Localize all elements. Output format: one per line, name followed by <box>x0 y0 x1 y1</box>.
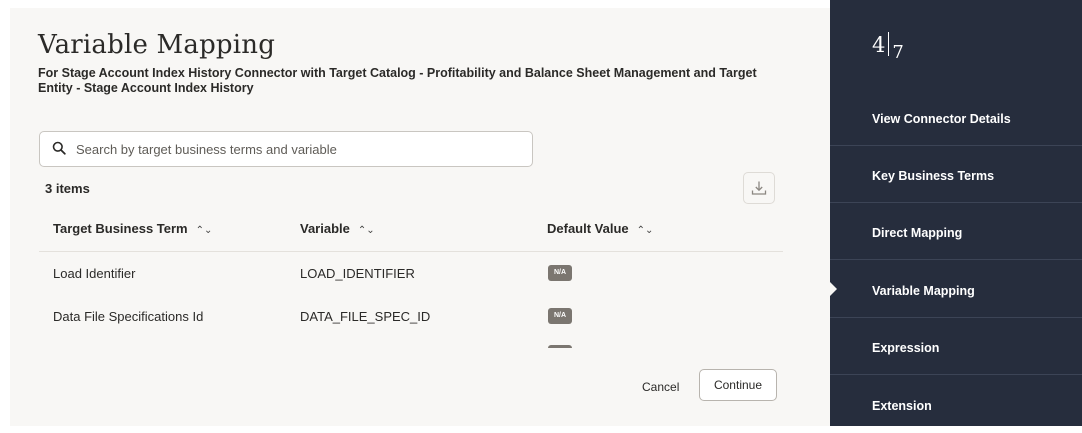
wizard-sidebar: 47 View Connector Details Key Business T… <box>830 0 1082 426</box>
column-header-variable[interactable]: Variable ⌃⌄ <box>300 221 375 236</box>
sidebar-item-key-business-terms[interactable]: Key Business Terms <box>830 146 1082 203</box>
item-count: 3 items <box>45 181 90 196</box>
default-value-badge: N/A <box>548 265 572 281</box>
sort-icon[interactable]: ⌃⌄ <box>196 225 213 236</box>
cell-variable: DATA_FILE_SPEC_ID <box>300 309 431 324</box>
continue-button[interactable]: Continue <box>699 369 777 401</box>
cancel-button[interactable]: Cancel <box>636 372 685 402</box>
search-box[interactable] <box>39 131 533 167</box>
sidebar-item-expression[interactable]: Expression <box>830 318 1082 375</box>
download-button[interactable] <box>743 172 775 204</box>
cell-term: Data File Specifications Id <box>53 309 204 324</box>
sort-icon[interactable]: ⌃⌄ <box>358 225 375 236</box>
download-icon <box>751 181 767 195</box>
page-subtitle: For Stage Account Index History Connecto… <box>38 66 757 95</box>
header-divider <box>39 251 783 252</box>
sidebar-item-view-connector-details[interactable]: View Connector Details <box>830 89 1082 146</box>
sidebar-item-direct-mapping[interactable]: Direct Mapping <box>830 203 1082 260</box>
page-title: Variable Mapping <box>38 30 276 60</box>
column-header-target-business-term[interactable]: Target Business Term ⌃⌄ <box>53 221 212 236</box>
step-indicator: 47 <box>872 32 904 63</box>
cell-term: Load Identifier <box>53 266 136 281</box>
column-header-default-value[interactable]: Default Value ⌃⌄ <box>547 221 653 236</box>
sidebar-item-variable-mapping[interactable]: Variable Mapping <box>830 261 1082 318</box>
search-icon <box>52 141 66 155</box>
partial-row-badge <box>548 345 572 348</box>
cell-variable: LOAD_IDENTIFIER <box>300 266 415 281</box>
default-value-badge: N/A <box>548 308 572 324</box>
sidebar-item-extension[interactable]: Extension <box>830 376 1082 433</box>
search-input[interactable] <box>76 139 516 159</box>
sort-icon[interactable]: ⌃⌄ <box>637 225 654 236</box>
